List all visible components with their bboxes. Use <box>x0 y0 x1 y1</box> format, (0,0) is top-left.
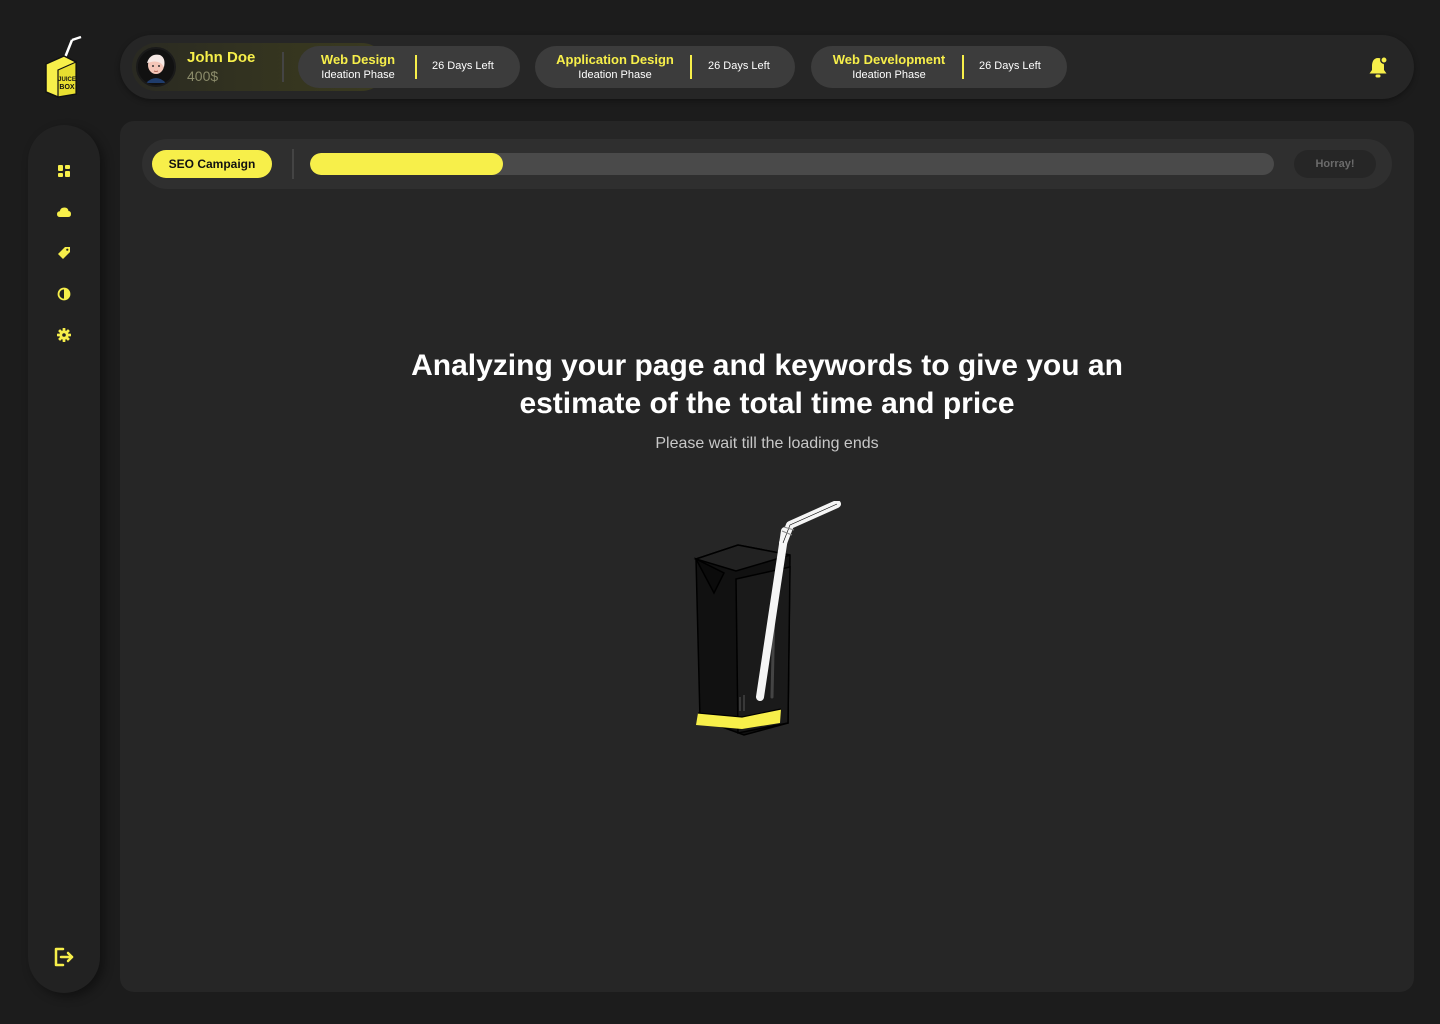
project-divider <box>690 55 692 79</box>
project-name: Web Design <box>320 52 396 67</box>
progress-track <box>310 153 1274 175</box>
user-balance: 400$ <box>187 68 219 84</box>
cloud-icon[interactable] <box>56 204 72 220</box>
headline-line-1: Analyzing your page and keywords to give… <box>411 349 1123 382</box>
headline-line-2: estimate of the total time and price <box>519 387 1015 420</box>
project-web-development[interactable]: Web Development Ideation Phase 26 Days L… <box>811 46 1067 88</box>
top-bar: John Doe 400$ Web Design Ideation Phase … <box>120 35 1414 99</box>
project-phase: Ideation Phase <box>852 69 926 81</box>
horray-button[interactable]: Horray! <box>1294 150 1376 178</box>
project-days-left: 26 Days Left <box>432 60 494 72</box>
loading-headline: Analyzing your page and keywords to give… <box>120 347 1414 423</box>
project-phase: Ideation Phase <box>321 69 395 81</box>
project-name: Web Development <box>832 52 946 67</box>
notification-bell-icon[interactable] <box>1367 55 1389 79</box>
logout-icon[interactable] <box>52 945 76 969</box>
project-days-left: 26 Days Left <box>708 60 770 72</box>
logo-text-top: JUICE <box>58 77 76 83</box>
project-days-left: 26 Days Left <box>979 60 1041 72</box>
juice-box-illustration <box>680 500 850 761</box>
logo-text-bottom: BOX <box>59 84 75 91</box>
project-phase: Ideation Phase <box>578 69 652 81</box>
tag-icon[interactable] <box>56 245 72 261</box>
progress-divider <box>292 149 294 179</box>
progress-fill <box>310 153 503 175</box>
avatar[interactable] <box>136 47 176 87</box>
loading-subtext: Please wait till the loading ends <box>655 435 879 452</box>
campaign-chip[interactable]: SEO Campaign <box>152 150 272 178</box>
project-application-design[interactable]: Application Design Ideation Phase 26 Day… <box>535 46 795 88</box>
project-name: Application Design <box>556 52 674 67</box>
project-divider <box>415 55 417 79</box>
dashboard-icon[interactable] <box>56 163 72 179</box>
user-name: John Doe <box>187 49 256 66</box>
main-panel: SEO Campaign Horray! Analyzing your page… <box>120 121 1414 992</box>
project-divider <box>962 55 964 79</box>
campaign-progress-header: SEO Campaign Horray! <box>142 139 1392 189</box>
gear-icon[interactable] <box>56 327 72 343</box>
top-divider <box>282 52 284 82</box>
project-web-design[interactable]: Web Design Ideation Phase 26 Days Left <box>298 46 520 88</box>
juice-box-logo: JUICE BOX <box>40 34 86 100</box>
sidebar <box>28 125 100 993</box>
contrast-icon[interactable] <box>56 286 72 302</box>
